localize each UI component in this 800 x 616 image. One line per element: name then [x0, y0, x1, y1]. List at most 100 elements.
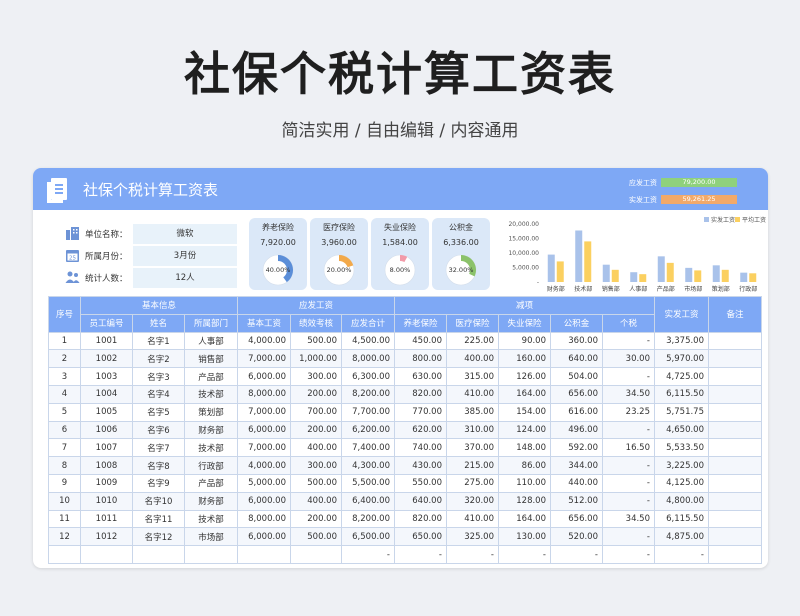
table-cell[interactable]: 1008 — [80, 456, 133, 475]
table-cell[interactable]: 800.00 — [394, 349, 447, 369]
table-cell[interactable]: 360.00 — [550, 331, 603, 351]
table-cell[interactable]: 名字1 — [132, 331, 185, 351]
table-cell[interactable]: 656.00 — [550, 384, 603, 404]
table-cell[interactable] — [708, 491, 762, 511]
table-cell[interactable]: 1002 — [80, 349, 133, 369]
table-cell[interactable]: 市场部 — [184, 527, 238, 547]
table-cell[interactable]: 128.00 — [498, 491, 551, 511]
table-cell[interactable]: 1004 — [80, 384, 133, 404]
table-cell[interactable]: 90.00 — [498, 331, 551, 351]
table-cell[interactable] — [708, 545, 762, 564]
table-cell[interactable]: - — [602, 527, 655, 547]
table-cell[interactable]: 200.00 — [290, 509, 342, 529]
table-cell[interactable]: - — [602, 545, 655, 564]
table-cell[interactable]: 策划部 — [184, 402, 238, 422]
table-cell[interactable]: 310.00 — [446, 420, 499, 440]
table-cell[interactable] — [184, 545, 238, 564]
table-cell[interactable] — [290, 545, 342, 564]
table-cell[interactable]: 640.00 — [550, 349, 603, 369]
table-cell[interactable] — [132, 545, 185, 564]
info-month-value[interactable]: 3月份 — [133, 246, 237, 266]
table-cell[interactable]: 名字11 — [132, 509, 185, 529]
table-cell[interactable] — [708, 456, 762, 475]
table-cell[interactable] — [80, 545, 133, 564]
table-cell[interactable]: 8 — [48, 456, 81, 475]
table-cell[interactable]: 4,000.00 — [237, 456, 291, 475]
table-cell[interactable]: 7,000.00 — [237, 402, 291, 422]
table-cell[interactable]: 1003 — [80, 367, 133, 386]
table-cell[interactable]: 7,000.00 — [237, 438, 291, 458]
table-cell[interactable]: 820.00 — [394, 509, 447, 529]
table-cell[interactable]: 4,650.00 — [654, 420, 709, 440]
table-cell[interactable]: 3,225.00 — [654, 456, 709, 475]
table-cell[interactable]: 名字2 — [132, 349, 185, 369]
table-cell[interactable]: 225.00 — [446, 331, 499, 351]
table-cell[interactable]: 4,725.00 — [654, 367, 709, 386]
table-cell[interactable]: 440.00 — [550, 473, 603, 493]
table-cell[interactable]: 3 — [48, 367, 81, 386]
table-cell[interactable]: 410.00 — [446, 509, 499, 529]
table-cell[interactable]: 148.00 — [498, 438, 551, 458]
table-cell[interactable]: 名字12 — [132, 527, 185, 547]
table-cell[interactable]: 616.00 — [550, 402, 603, 422]
table-cell[interactable]: 4,000.00 — [237, 331, 291, 351]
table-cell[interactable]: - — [602, 491, 655, 511]
table-cell[interactable]: 126.00 — [498, 367, 551, 386]
table-cell[interactable]: 430.00 — [394, 456, 447, 475]
table-cell[interactable]: 6,000.00 — [237, 491, 291, 511]
info-count-value[interactable]: 12人 — [133, 268, 237, 288]
table-cell[interactable]: 6,000.00 — [237, 367, 291, 386]
table-cell[interactable]: 1,000.00 — [290, 349, 342, 369]
table-cell[interactable]: 400.00 — [446, 349, 499, 369]
info-company-value[interactable]: 微软 — [133, 224, 237, 244]
table-cell[interactable]: 325.00 — [446, 527, 499, 547]
table-cell[interactable]: 6,400.00 — [341, 491, 395, 511]
table-cell[interactable]: 320.00 — [446, 491, 499, 511]
table-cell[interactable]: 410.00 — [446, 384, 499, 404]
table-cell[interactable]: 740.00 — [394, 438, 447, 458]
table-cell[interactable]: 8,000.00 — [237, 384, 291, 404]
table-cell[interactable]: 8,000.00 — [237, 509, 291, 529]
table-cell[interactable]: 名字7 — [132, 438, 185, 458]
table-cell[interactable] — [708, 438, 762, 458]
table-cell[interactable]: 8,000.00 — [341, 349, 395, 369]
table-cell[interactable]: 5,970.00 — [654, 349, 709, 369]
table-cell[interactable]: 34.50 — [602, 509, 655, 529]
table-cell[interactable]: 86.00 — [498, 456, 551, 475]
table-cell[interactable]: 23.25 — [602, 402, 655, 422]
table-cell[interactable]: 130.00 — [498, 527, 551, 547]
table-cell[interactable]: 财务部 — [184, 491, 238, 511]
table-cell[interactable]: - — [341, 545, 395, 564]
table-cell[interactable]: 656.00 — [550, 509, 603, 529]
table-cell[interactable]: 产品部 — [184, 367, 238, 386]
table-cell[interactable] — [708, 527, 762, 547]
table-cell[interactable]: 550.00 — [394, 473, 447, 493]
table-cell[interactable]: 名字5 — [132, 402, 185, 422]
table-cell[interactable]: 300.00 — [290, 456, 342, 475]
table-cell[interactable]: 770.00 — [394, 402, 447, 422]
table-cell[interactable]: 1007 — [80, 438, 133, 458]
table-cell[interactable]: 400.00 — [290, 491, 342, 511]
table-cell[interactable]: 7 — [48, 438, 81, 458]
table-cell[interactable]: 人事部 — [184, 331, 238, 351]
table-cell[interactable]: 财务部 — [184, 420, 238, 440]
table-cell[interactable]: 4,300.00 — [341, 456, 395, 475]
table-cell[interactable]: 1009 — [80, 473, 133, 493]
table-cell[interactable]: 275.00 — [446, 473, 499, 493]
table-cell[interactable] — [708, 331, 762, 351]
table-cell[interactable]: - — [446, 545, 499, 564]
table-cell[interactable]: - — [602, 456, 655, 475]
table-cell[interactable] — [708, 384, 762, 404]
table-cell[interactable]: 385.00 — [446, 402, 499, 422]
table-cell[interactable]: 5,500.00 — [341, 473, 395, 493]
table-cell[interactable]: 1005 — [80, 402, 133, 422]
table-cell[interactable]: 6 — [48, 420, 81, 440]
table-cell[interactable]: 4,875.00 — [654, 527, 709, 547]
table-cell[interactable]: 2 — [48, 349, 81, 369]
table-cell[interactable]: 215.00 — [446, 456, 499, 475]
table-cell[interactable]: 16.50 — [602, 438, 655, 458]
table-cell[interactable]: 产品部 — [184, 473, 238, 493]
table-cell[interactable]: 370.00 — [446, 438, 499, 458]
table-cell[interactable]: 3,375.00 — [654, 331, 709, 351]
table-cell[interactable]: 技术部 — [184, 438, 238, 458]
